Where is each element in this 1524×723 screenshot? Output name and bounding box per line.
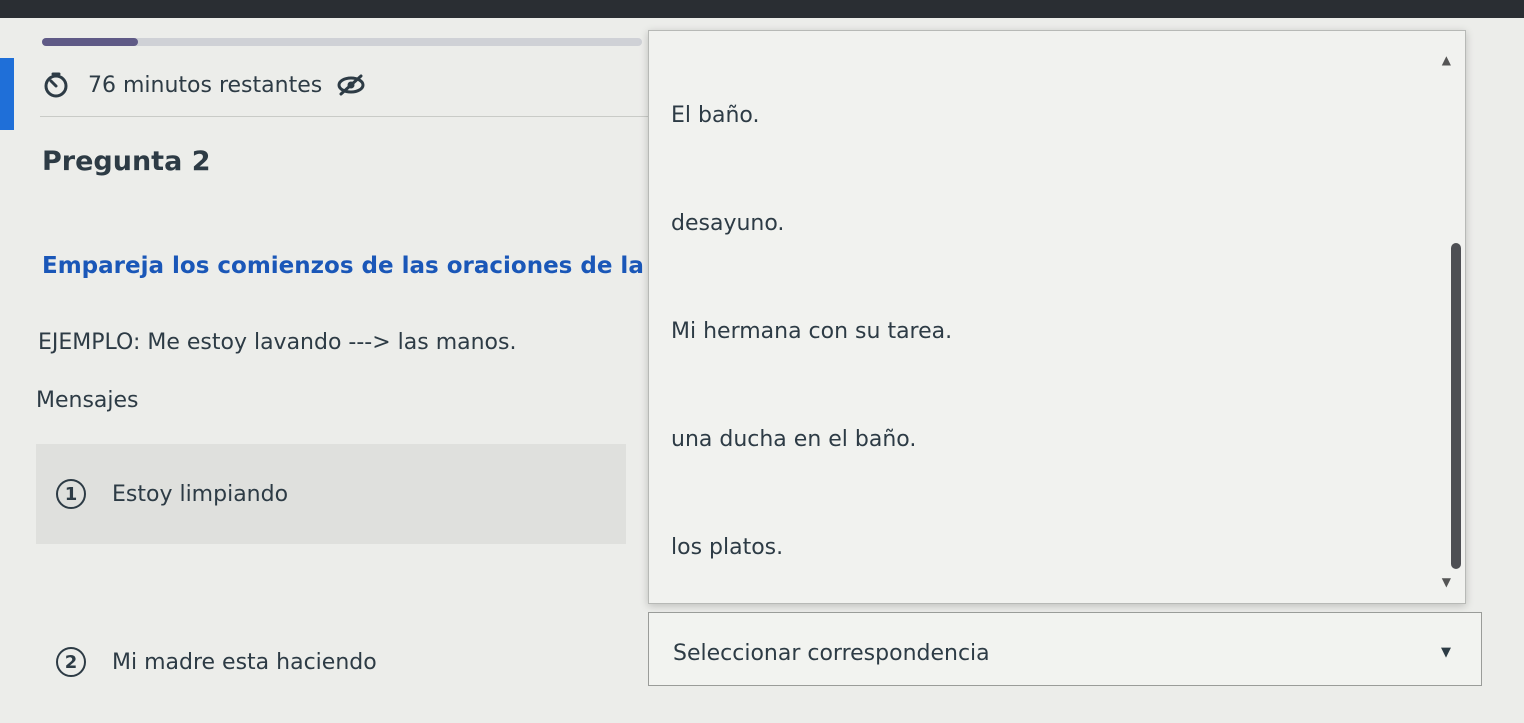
scroll-up-arrow-icon[interactable]: ▲ (1442, 53, 1451, 67)
progress-bar (42, 38, 642, 46)
select-placeholder-text: Seleccionar correspondencia (673, 641, 990, 666)
option-mi-hermana[interactable]: Mi hermana con su tarea. (671, 319, 952, 344)
top-bar (0, 0, 1524, 18)
left-accent-bar (0, 58, 14, 130)
question-title: Pregunta 2 (42, 146, 211, 177)
timer-row: 76 minutos restantes (42, 70, 366, 100)
timer-text: 76 minutos restantes (88, 72, 323, 98)
caret-down-icon: ▼ (1441, 645, 1451, 660)
match-item: 1 Estoy limpiando (36, 444, 626, 544)
item-prompt-text: Mi madre esta haciendo (112, 649, 377, 675)
option-los-platos[interactable]: los platos. (671, 535, 783, 560)
option-desayuno[interactable]: desayuno. (671, 211, 784, 236)
option-una-ducha[interactable]: una ducha en el baño. (671, 427, 916, 452)
match-item: 2 Mi madre esta haciendo (36, 612, 626, 712)
option-el-bano[interactable]: El baño. (671, 103, 759, 128)
example-text: EJEMPLO: Me estoy lavando ---> las manos… (38, 330, 517, 355)
item-prompt-text: Estoy limpiando (112, 481, 289, 507)
match-select[interactable]: Seleccionar correspondencia ▼ (648, 612, 1482, 686)
eye-slash-icon[interactable] (336, 74, 366, 96)
progress-fill (42, 38, 138, 46)
question-instructions: Empareja los comienzos de las oraciones … (42, 253, 644, 279)
scrollbar-thumb[interactable] (1451, 243, 1461, 569)
header-divider (40, 116, 650, 117)
item-number-badge: 2 (56, 647, 86, 677)
section-label: Mensajes (36, 388, 139, 413)
item-number-badge: 1 (56, 479, 86, 509)
match-options-listbox[interactable]: ▲ El baño. desayuno. Mi hermana con su t… (648, 30, 1466, 604)
scroll-down-arrow-icon[interactable]: ▼ (1442, 575, 1451, 589)
timer-icon (44, 72, 68, 98)
